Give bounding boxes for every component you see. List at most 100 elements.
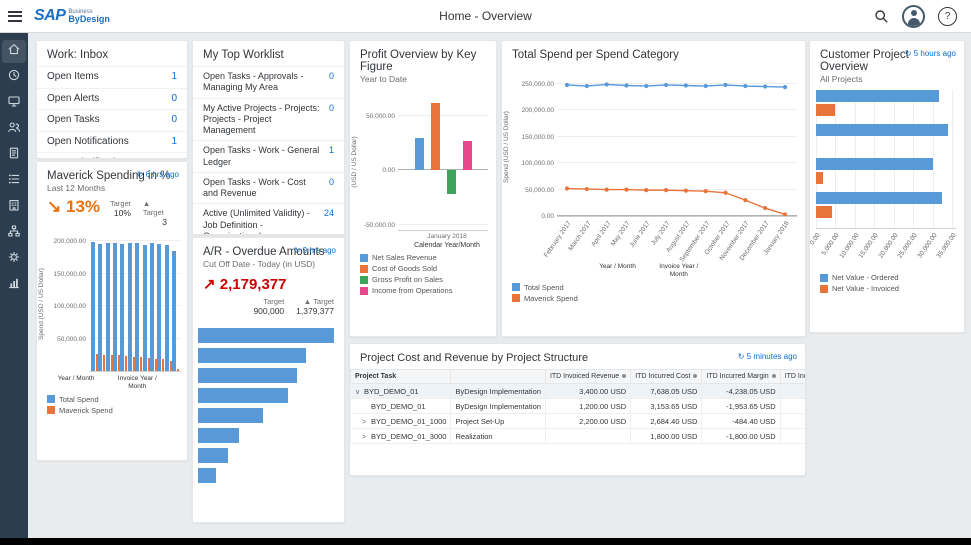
card-title: Project Cost and Revenue by Project Stru… xyxy=(350,344,805,365)
column-header[interactable]: Project Task xyxy=(351,370,451,384)
overdue-bar[interactable] xyxy=(198,468,216,483)
sidebar-item-people[interactable] xyxy=(2,118,26,141)
legend-swatch xyxy=(360,254,368,262)
overdue-bar[interactable] xyxy=(198,448,228,463)
bar-group[interactable] xyxy=(157,235,164,371)
legend-label: Income from Operations xyxy=(372,286,452,295)
bar-group[interactable] xyxy=(98,235,105,371)
expand-icon[interactable]: > xyxy=(362,434,371,441)
column-header[interactable]: ITD Invoiced Revenue xyxy=(545,370,630,384)
bar-group[interactable] xyxy=(816,158,956,184)
sidebar-item-worklist[interactable] xyxy=(2,170,26,193)
table-row[interactable]: >BYD_DEMO_01_3000Realization1,800.00 USD… xyxy=(351,429,807,444)
collapse-icon[interactable]: ∨ xyxy=(355,388,364,396)
delta-target-value: 1,379,377 xyxy=(296,306,334,316)
refresh-link[interactable]: ↻ 6 hrs ago xyxy=(137,170,179,179)
refresh-link[interactable]: ↻ 5 minutes ago xyxy=(738,352,797,361)
list-item[interactable]: Open Tasks - Work - General Ledger1 xyxy=(193,141,344,173)
bar-group[interactable] xyxy=(816,90,956,116)
overdue-bar[interactable] xyxy=(198,368,297,383)
y-tick-label: 0.00 xyxy=(382,167,395,174)
overdue-bar[interactable] xyxy=(198,348,306,363)
incurred-margin-pct-cell: 0.00 % xyxy=(780,429,806,444)
page-title: Home - Overview xyxy=(439,9,532,23)
list-item-count: 1 xyxy=(171,71,177,82)
table-row[interactable]: BYD_DEMO_01ByDesign Implementation1,200.… xyxy=(351,399,807,414)
sidebar-item-documents[interactable] xyxy=(2,144,26,167)
key-figure-bar[interactable] xyxy=(463,141,472,170)
refresh-icon: ↻ xyxy=(738,352,745,361)
bar-group[interactable] xyxy=(120,235,127,371)
gridline xyxy=(398,224,488,225)
key-figure-bar[interactable] xyxy=(415,138,424,171)
delta-target-label: ▲ Target xyxy=(143,199,167,217)
key-figure-bar[interactable] xyxy=(431,103,440,170)
refresh-link[interactable]: ↻ 5 hours ago xyxy=(905,49,956,58)
overdue-bar[interactable] xyxy=(198,428,239,443)
overdue-bar[interactable] xyxy=(198,408,263,423)
refresh-link[interactable]: ↻ 9 hrs ago xyxy=(294,246,336,255)
bar-group[interactable] xyxy=(113,235,120,371)
list-item[interactable]: Active (Unlimited Validity) - Job Defini… xyxy=(193,204,344,235)
sidebar-item-monitor[interactable] xyxy=(2,92,26,115)
gridline xyxy=(398,169,488,170)
list-item[interactable]: Open Notifications1 xyxy=(37,132,187,154)
column-header[interactable]: ITD Incurred Margin % xyxy=(780,370,806,384)
sidebar-item-home[interactable] xyxy=(2,40,26,63)
bar-group[interactable] xyxy=(128,235,135,371)
list-item[interactable]: Open Tasks - Work - Cost and Revenue0 xyxy=(193,173,344,205)
x-tick-label: January 2018 xyxy=(398,233,496,240)
worklist-list: Open Tasks - Approvals - Managing My Are… xyxy=(193,66,344,235)
column-header[interactable] xyxy=(451,370,545,384)
avatar[interactable] xyxy=(902,5,925,28)
sidebar-item-analytics[interactable] xyxy=(2,274,26,297)
total-spend-bar xyxy=(150,243,154,371)
column-header[interactable]: ITD Incurred Margin xyxy=(702,370,780,384)
bar-group[interactable] xyxy=(165,235,172,371)
incurred-margin-cell: -484.40 USD xyxy=(702,414,780,429)
column-header[interactable]: ITD Incurred Cost xyxy=(631,370,702,384)
sidebar-item-settings[interactable] xyxy=(2,248,26,271)
y-axis-label: Spend (USD / US Dollar) xyxy=(38,268,45,340)
bar-group[interactable] xyxy=(106,235,113,371)
menu-icon[interactable] xyxy=(0,0,30,32)
table-row[interactable]: ∨BYD_DEMO_01ByDesign Implementation3,400… xyxy=(351,384,807,399)
search-icon[interactable] xyxy=(874,9,889,24)
project-task-id: BYD_DEMO_01 xyxy=(371,402,426,411)
key-figure-bar[interactable] xyxy=(447,170,456,194)
sidebar-item-history[interactable] xyxy=(2,66,26,89)
table-row[interactable]: >BYD_DEMO_01_1000Project Set-Up2,200.00 … xyxy=(351,414,807,429)
x-axis-label: Invoice Year / Month xyxy=(108,375,166,391)
delta-target-label: ▲ Target xyxy=(304,297,334,306)
incurred-margin-cell: -1,953.65 USD xyxy=(702,399,780,414)
bar-group[interactable] xyxy=(816,192,956,218)
bar-group[interactable] xyxy=(135,235,142,371)
bar-group[interactable] xyxy=(143,235,150,371)
list-item[interactable]: Open Clarifications0 xyxy=(37,153,187,159)
list-item[interactable]: Open Items1 xyxy=(37,66,187,89)
customer-x-labels: 0.005,000.0010,000.0015,000.0020,000.002… xyxy=(816,229,956,269)
refresh-icon: ↻ xyxy=(294,246,301,255)
totalspend-x-labels: February 2017March 2017April 2017May 201… xyxy=(502,217,805,267)
list-item[interactable]: Open Alerts0 xyxy=(37,89,187,111)
overdue-bar[interactable] xyxy=(198,388,288,403)
list-item[interactable]: My Active Projects - Projects: Projects … xyxy=(193,99,344,142)
bar-group[interactable] xyxy=(816,124,956,150)
y-tick-label: 50,000.00 xyxy=(366,113,395,120)
card-title: Work: Inbox xyxy=(37,41,187,62)
logo-sap-text: SAP xyxy=(34,7,65,25)
list-item[interactable]: Open Tasks0 xyxy=(37,110,187,132)
table-header-row: Project TaskITD Invoiced RevenueITD Incu… xyxy=(351,370,807,384)
incurred-margin-cell: -1,800.00 USD xyxy=(702,429,780,444)
sidebar-item-company[interactable] xyxy=(2,196,26,219)
target-value: 10% xyxy=(114,208,131,218)
expand-icon[interactable]: > xyxy=(362,419,371,426)
bar-group[interactable] xyxy=(91,235,98,371)
bar-group[interactable] xyxy=(150,235,157,371)
bar-group[interactable] xyxy=(172,235,179,371)
list-item[interactable]: Open Tasks - Approvals - Managing My Are… xyxy=(193,66,344,99)
help-icon[interactable]: ? xyxy=(938,7,957,26)
sidebar-item-org-structure[interactable] xyxy=(2,222,26,245)
top-bar: SAP Business ByDesign Home - Overview ? xyxy=(0,0,971,33)
overdue-bar[interactable] xyxy=(198,328,334,343)
